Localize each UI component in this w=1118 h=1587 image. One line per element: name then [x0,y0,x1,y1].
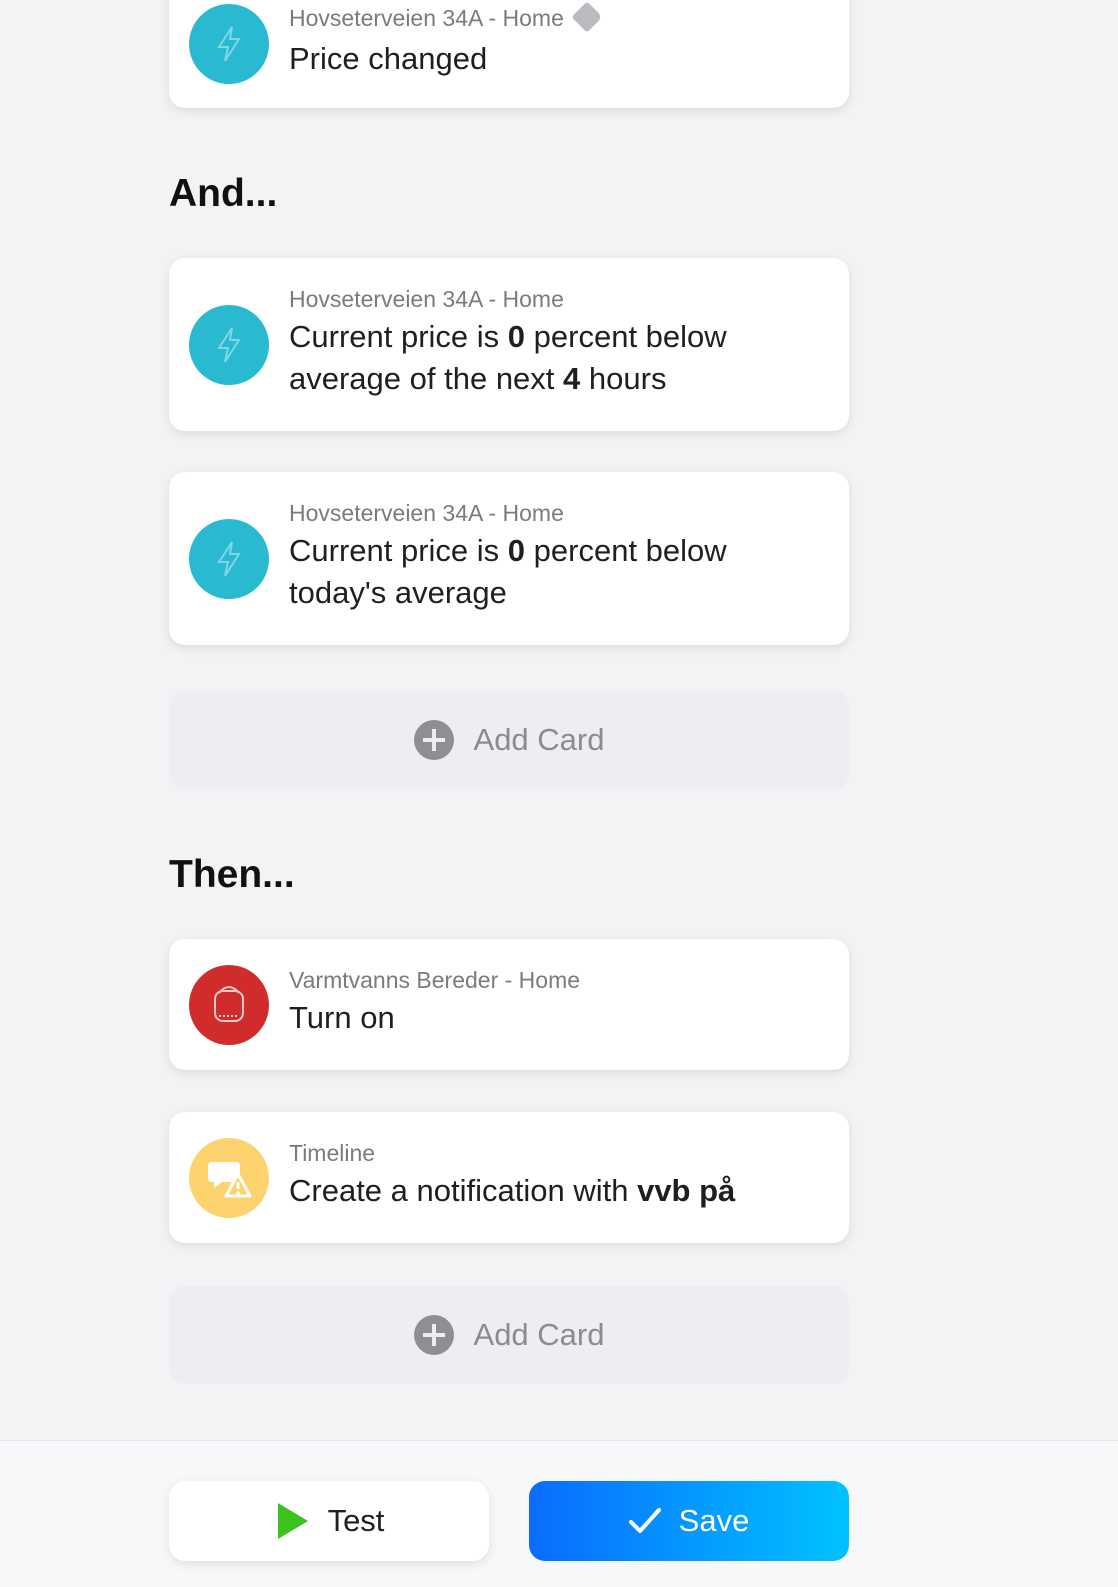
condition-card-today-average[interactable]: Hovseterveien 34A - Home Current price i… [169,472,849,645]
test-button[interactable]: Test [169,1481,489,1561]
notification-text: vvb på [637,1173,736,1208]
hours-value: 4 [563,361,581,396]
play-icon [277,1503,308,1539]
title-text: Current price is [289,319,508,354]
notification-icon-circle [189,1138,269,1218]
save-button[interactable]: Save [529,1481,849,1561]
card-title: Current price is 0 percent below today's… [289,530,829,614]
add-card-label: Add Card [473,722,605,757]
lightning-icon-circle [189,305,269,385]
card-title: Price changed [289,41,488,76]
card-subtitle: Hovseterveien 34A - Home [289,500,564,526]
lightning-icon [217,26,241,62]
card-subtitle-text: Hovseterveien 34A - Home [289,5,564,31]
card-subtitle: Hovseterveien 34A - Home [289,1,603,33]
and-heading: And... [169,172,278,215]
percent-value: 0 [507,533,526,568]
footer-bar: Test Save [0,1440,1118,1587]
lightning-icon-circle [189,519,269,599]
title-text: Create a notification with [289,1173,638,1208]
add-action-card-button[interactable]: Add Card [169,1286,849,1384]
plus-icon [413,720,454,760]
lightning-icon [217,541,241,577]
card-title: Turn on [289,1000,395,1035]
percent-value: 0 [507,319,526,354]
card-subtitle: Timeline [289,1140,376,1166]
water-heater-icon-circle [189,965,269,1045]
action-card-turn-on[interactable]: Varmtvanns Bereder - Home Turn on [169,939,849,1070]
notification-icon [208,1162,252,1198]
lightning-icon-circle [189,4,269,84]
card-subtitle: Hovseterveien 34A - Home [289,286,564,312]
then-heading: Then... [169,853,295,896]
test-label: Test [327,1503,385,1538]
lightning-icon [217,327,241,363]
add-card-label: Add Card [473,1317,605,1352]
condition-card-next-hours[interactable]: Hovseterveien 34A - Home Current price i… [169,258,849,431]
trigger-card-price-changed[interactable]: Hovseterveien 34A - Home Price changed [169,0,849,108]
action-card-notification[interactable]: Timeline Create a notification with vvb … [169,1112,849,1243]
card-subtitle: Varmtvanns Bereder - Home [289,967,581,993]
save-label: Save [678,1503,750,1538]
tag-icon [571,1,603,33]
plus-icon [413,1315,454,1355]
add-condition-card-button[interactable]: Add Card [169,691,849,789]
card-title: Current price is 0 percent below average… [289,316,829,400]
checkmark-icon [628,1508,661,1533]
card-title: Create a notification with vvb på [289,1170,829,1212]
title-text: hours [580,361,667,396]
title-text: Current price is [289,533,508,568]
water-heater-icon [214,986,244,1022]
